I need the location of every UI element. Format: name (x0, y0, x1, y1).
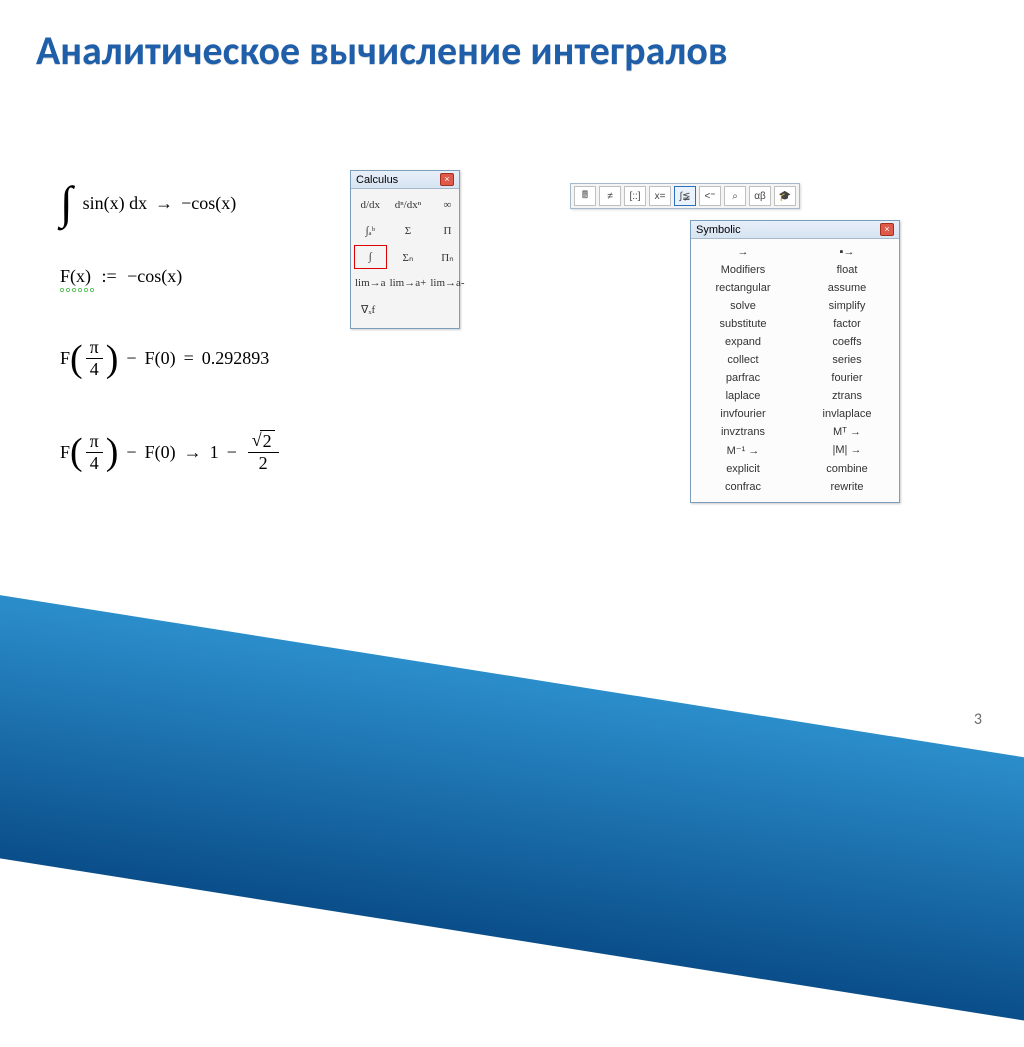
symbolic-eval: F ( π 4 ) − F(0) → 1 − 2 2 (60, 430, 282, 474)
calculus-button[interactable]: lim→a (354, 271, 387, 295)
calculus-button[interactable]: Π (429, 219, 465, 243)
numeric-eval: F ( π 4 ) − F(0) = 0.292893 (60, 337, 282, 380)
symbolic-keyword[interactable]: assume (795, 279, 899, 297)
symbolic-keyword[interactable]: rectangular (691, 279, 795, 297)
symbolic-toolbar-title[interactable]: Symbolic × (691, 221, 899, 239)
integral-sign-icon: ∫ (60, 180, 73, 226)
symbolic-keyword[interactable]: series (795, 351, 899, 369)
assignment-expression: F(x) := −cos(x) (60, 266, 282, 287)
calculus-button[interactable]: ∞ (429, 193, 465, 217)
paren-left-icon: ( (70, 433, 83, 471)
symbolic-keyword[interactable]: factor (795, 315, 899, 333)
calculus-button[interactable]: d/dx (354, 193, 387, 217)
symbolic-keyword[interactable]: invztrans (691, 423, 795, 441)
numeric-F: F (60, 348, 70, 369)
toolbar-strip-button[interactable]: 🖩 (574, 186, 596, 206)
numeric-value: 0.292893 (202, 348, 270, 369)
minus-icon: − (126, 348, 136, 369)
symbolic-F0: F(0) (145, 442, 176, 463)
spellcheck-wavy-icon (60, 288, 94, 293)
toolbar-strip-button[interactable]: <⁼ (699, 186, 721, 206)
page-number: 3 (974, 710, 982, 729)
toolbar-strip-button[interactable]: x= (649, 186, 671, 206)
symbolic-keyword[interactable]: |M| → (795, 441, 899, 460)
toolbar-strip-button[interactable]: [::] (624, 186, 646, 206)
symbolic-keyword[interactable]: ▪→ (795, 243, 899, 261)
toolbar-strip-button[interactable]: ∫≨ (674, 186, 696, 206)
page-title: Аналитическое вычисление интегралов (36, 28, 728, 74)
toolbar-strip-button[interactable]: ⌕ (724, 186, 746, 206)
minus-icon: − (227, 442, 237, 463)
symbolic-keyword[interactable]: → (691, 243, 795, 261)
symbolic-keyword[interactable]: invfourier (691, 405, 795, 423)
calculus-button[interactable]: Πₙ (429, 245, 465, 269)
symbolic-keyword[interactable]: substitute (691, 315, 795, 333)
symbolic-keyword[interactable]: confrac (691, 478, 795, 496)
paren-left-icon: ( (70, 340, 83, 378)
close-icon[interactable]: × (880, 223, 894, 236)
calculus-button[interactable]: Σₙ (389, 245, 428, 269)
symbolic-keyword[interactable]: explicit (691, 460, 795, 478)
calculus-button[interactable]: lim→a+ (389, 271, 428, 295)
integral-result: −cos(x) (181, 193, 236, 214)
toolbar-strip-button[interactable]: αβ (749, 186, 771, 206)
symbolic-one: 1 (210, 442, 219, 463)
toolbar-strip-button[interactable]: ≠ (599, 186, 621, 206)
symbolic-keyword[interactable]: Mᵀ → (795, 423, 899, 441)
symbolic-keyword[interactable]: parfrac (691, 369, 795, 387)
toolbar-strip-button[interactable]: 🎓 (774, 186, 796, 206)
fraction-sqrt2-2: 2 2 (248, 430, 279, 474)
symbolic-F: F (60, 442, 70, 463)
symbolic-keyword[interactable]: solve (691, 297, 795, 315)
symbolic-keyword[interactable]: fourier (795, 369, 899, 387)
symbolic-keyword[interactable]: float (795, 261, 899, 279)
fraction-pi-4: π 4 (86, 431, 103, 474)
calculus-button[interactable]: lim→a- (429, 271, 465, 295)
symbolic-keyword[interactable]: expand (691, 333, 795, 351)
paren-right-icon: ) (106, 340, 119, 378)
calculus-button[interactable]: dⁿ/dxⁿ (389, 193, 428, 217)
calculus-button[interactable]: ∫ (354, 245, 387, 269)
calculus-button[interactable]: Σ (389, 219, 428, 243)
symbolic-title-label: Symbolic (696, 224, 741, 236)
calculus-button[interactable]: ∫ₐᵇ (354, 219, 387, 243)
sqrt-icon: 2 (252, 430, 275, 452)
symbolic-keyword[interactable]: ztrans (795, 387, 899, 405)
symbolic-keyword[interactable]: simplify (795, 297, 899, 315)
arrow-icon: → (184, 442, 202, 463)
assign-lhs: F(x) (60, 266, 96, 286)
integral-expression: ∫ sin(x) dx → −cos(x) (60, 180, 282, 226)
symbolic-keyword[interactable]: M⁻¹ → (691, 441, 795, 460)
symbolic-keyword[interactable]: combine (795, 460, 899, 478)
math-toolbar-strip[interactable]: 🖩≠[::]x=∫≨<⁼⌕αβ🎓 (570, 183, 800, 209)
math-area: ∫ sin(x) dx → −cos(x) F(x) := −cos(x) F … (60, 180, 282, 482)
symbolic-keyword[interactable]: coeffs (795, 333, 899, 351)
calculus-gradient-button[interactable]: ∇ₓf (354, 297, 466, 321)
calculus-title-label: Calculus (356, 174, 398, 186)
equals-icon: = (184, 348, 194, 369)
symbolic-keyword[interactable]: Modifiers (691, 261, 795, 279)
calculus-toolbar[interactable]: Calculus × d/dxdⁿ/dxⁿ∞∫ₐᵇΣΠ∫ΣₙΠₙlim→alim… (350, 170, 460, 329)
symbolic-toolbar[interactable]: Symbolic × →▪→Modifiersfloatrectangulara… (690, 220, 900, 503)
fraction-pi-4: π 4 (86, 337, 103, 380)
calculus-toolbar-title[interactable]: Calculus × (351, 171, 459, 189)
numeric-F0: F(0) (145, 348, 176, 369)
symbolic-keyword[interactable]: laplace (691, 387, 795, 405)
symbolic-keyword[interactable]: collect (691, 351, 795, 369)
close-icon[interactable]: × (440, 173, 454, 186)
arrow-icon: → (155, 193, 173, 214)
minus-icon: − (126, 442, 136, 463)
integrand: sin(x) dx (83, 193, 148, 214)
decorative-band (0, 587, 1024, 1047)
assign-operator: := (102, 266, 117, 286)
symbolic-keyword[interactable]: invlaplace (795, 405, 899, 423)
assign-rhs: −cos(x) (127, 266, 182, 286)
symbolic-keyword[interactable]: rewrite (795, 478, 899, 496)
paren-right-icon: ) (106, 433, 119, 471)
